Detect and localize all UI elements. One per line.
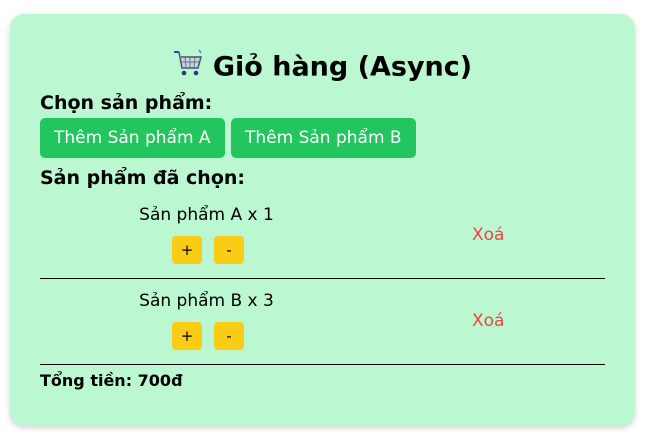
cart-card: Giỏ hàng (Async) Chọn sản phẩm: Thêm Sản… <box>10 14 635 426</box>
decrease-button[interactable]: - <box>214 236 244 264</box>
cart-item: Sản phẩm B x 3 + - Xoá <box>40 279 605 365</box>
select-products-label: Chọn sản phẩm: <box>40 92 213 114</box>
remove-link[interactable]: Xoá <box>472 309 504 333</box>
remove-link[interactable]: Xoá <box>472 223 504 247</box>
selected-products-label: Sản phẩm đã chọn: <box>40 167 246 189</box>
shopping-cart-icon <box>173 48 203 88</box>
add-product-a-button[interactable]: Thêm Sản phẩm A <box>40 118 225 158</box>
total-price: Tổng tiền: 700đ <box>40 371 183 390</box>
item-name: Sản phẩm B x 3 <box>139 291 274 311</box>
page-title: Giỏ hàng (Async) <box>10 48 635 88</box>
increase-button[interactable]: + <box>172 236 202 264</box>
page-title-text: Giỏ hàng (Async) <box>212 51 473 83</box>
decrease-button[interactable]: - <box>214 322 244 350</box>
cart-item: Sản phẩm A x 1 + - Xoá <box>40 193 605 279</box>
increase-button[interactable]: + <box>172 322 202 350</box>
add-product-b-button[interactable]: Thêm Sản phẩm B <box>231 118 416 158</box>
item-name: Sản phẩm A x 1 <box>139 205 274 225</box>
